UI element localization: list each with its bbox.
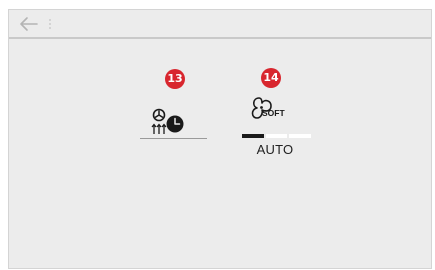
clock-icon	[166, 115, 184, 133]
auto-mode-label: AUTO	[256, 142, 294, 157]
fan-level-segment	[242, 134, 264, 138]
callout-badge-13: 13	[165, 69, 185, 89]
fan-icon	[152, 108, 166, 122]
vertical-dots-icon[interactable]	[48, 18, 52, 30]
fan-soft-button[interactable]: SOFT	[249, 94, 309, 128]
recirculation-underline	[140, 138, 207, 139]
air-recirculation-timer-button[interactable]	[144, 98, 208, 140]
back-arrow-icon[interactable]	[19, 16, 39, 32]
air-flow-arrows-icon	[151, 123, 167, 134]
fan-level-segment	[265, 134, 288, 138]
fan-level-indicator	[242, 134, 312, 138]
callout-badge-14: 14	[261, 68, 281, 88]
soft-icon-text: SOFT	[262, 108, 285, 118]
fan-level-segment	[289, 134, 312, 138]
climate-screen: 13 14 SOFT AUTO	[8, 9, 432, 269]
top-bar	[9, 10, 431, 39]
